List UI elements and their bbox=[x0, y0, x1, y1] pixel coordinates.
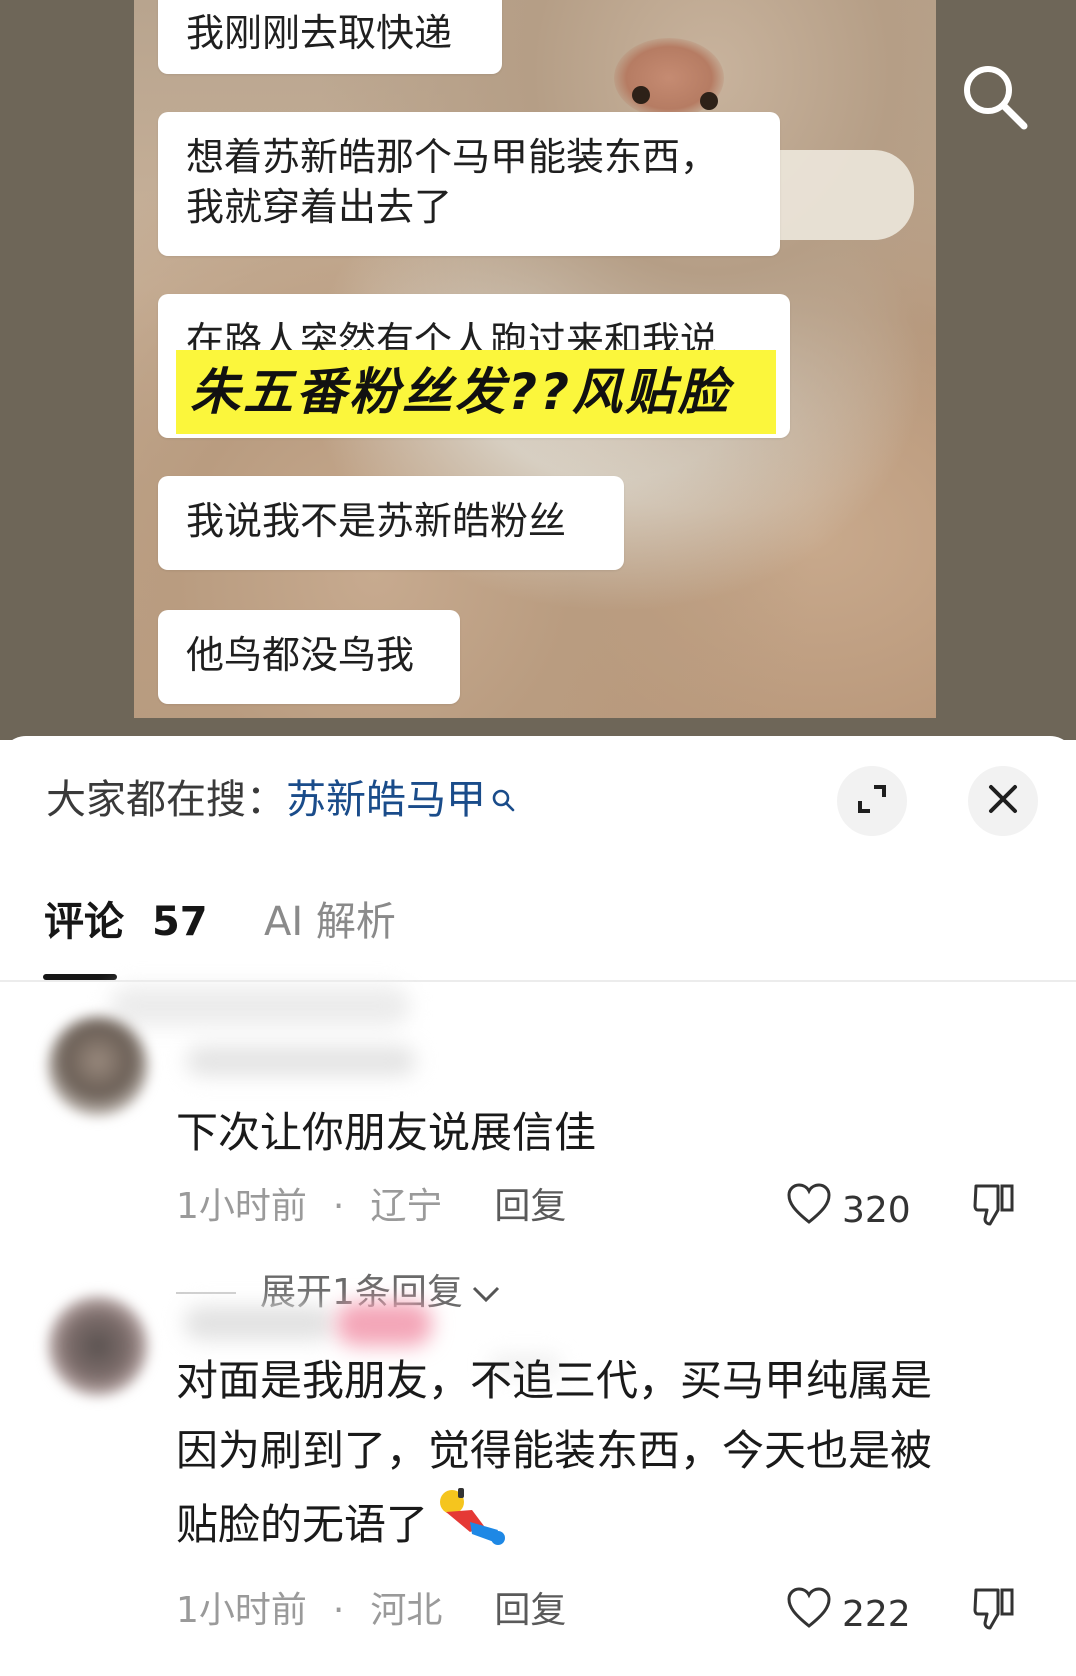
expand-icon bbox=[852, 779, 892, 823]
trending-search[interactable]: 大家都在搜：苏新皓马甲 bbox=[46, 774, 516, 826]
chat-bubble-text: 我刚刚去取快递 bbox=[186, 11, 453, 55]
thumbs-down-icon bbox=[972, 1588, 1016, 1636]
chevron-down-icon bbox=[471, 1268, 501, 1318]
comment-text-line: 对面是我朋友，不追三代，买马甲纯属是 bbox=[176, 1356, 933, 1405]
username-blurred[interactable] bbox=[186, 1046, 416, 1076]
comment-text-line-with-emoji: 贴脸的无语了 bbox=[176, 1486, 506, 1569]
like-button[interactable]: 222 bbox=[786, 1586, 911, 1644]
search-icon bbox=[490, 774, 516, 826]
comment-count: 57 bbox=[151, 899, 208, 945]
caption-banner: 朱五番粉丝发??风贴脸 bbox=[176, 350, 776, 434]
comment-meta: 1小时前 · 河北 回复 bbox=[176, 1590, 567, 1631]
tab-comments[interactable]: 评论 57 bbox=[44, 896, 208, 948]
fullscreen-button[interactable] bbox=[837, 766, 907, 836]
chat-bubble: 我刚刚去取快递 bbox=[158, 0, 502, 74]
chat-bubble: 我说我不是苏新皓粉丝 bbox=[158, 476, 624, 570]
reply-button[interactable]: 回复 bbox=[494, 1186, 566, 1227]
comment-sheet: 大家都在搜：苏新皓马甲 评论 57 AI 解析 下次让你朋友说展信佳 1小时前 · bbox=[0, 736, 1076, 1676]
user-badge-blurred bbox=[336, 1302, 432, 1346]
dislike-button[interactable] bbox=[972, 1586, 1016, 1636]
comment-time: 1小时前 bbox=[176, 1590, 307, 1631]
comment-region: 辽宁 bbox=[370, 1186, 443, 1227]
video-player[interactable]: 我刚刚去取快递 想着苏新皓那个马甲能装东西， 我就穿着出去了 在路人突然有个人跑… bbox=[0, 0, 1076, 740]
close-icon bbox=[986, 782, 1020, 820]
like-count: 320 bbox=[842, 1190, 911, 1231]
chat-bubble-text: 我说我不是苏新皓粉丝 bbox=[186, 499, 567, 543]
comment-text: 下次让你朋友说展信佳 bbox=[176, 1108, 597, 1157]
reply-button[interactable]: 回复 bbox=[494, 1590, 566, 1631]
trending-label: 大家都在搜： bbox=[46, 777, 286, 823]
chat-bubble-text: 想着苏新皓那个马甲能装东西， bbox=[186, 135, 719, 179]
like-button[interactable]: 320 bbox=[786, 1182, 911, 1240]
close-button[interactable] bbox=[968, 766, 1038, 836]
heart-icon bbox=[786, 1182, 842, 1240]
dislike-button[interactable] bbox=[972, 1182, 1016, 1232]
divider bbox=[0, 980, 1076, 982]
thumbs-down-icon bbox=[972, 1184, 1016, 1232]
heart-icon bbox=[786, 1586, 842, 1644]
avatar[interactable] bbox=[48, 1016, 148, 1116]
search-icon[interactable] bbox=[960, 62, 1030, 132]
comment-text-line: 贴脸的无语了 bbox=[176, 1500, 429, 1549]
username-blurred[interactable] bbox=[184, 1306, 334, 1340]
trending-term-link[interactable]: 苏新皓马甲 bbox=[286, 777, 486, 823]
comment-text-line: 因为刷到了，觉得能装东西，今天也是被 bbox=[176, 1426, 933, 1475]
divider bbox=[176, 1292, 236, 1294]
comment-region: 河北 bbox=[370, 1590, 443, 1631]
falling-down-emoji-icon bbox=[432, 1486, 506, 1569]
tab-ai-analysis[interactable]: AI 解析 bbox=[264, 896, 396, 948]
chat-bubble-text: 我就穿着出去了 bbox=[186, 185, 453, 229]
chat-bubble-text: 他鸟都没鸟我 bbox=[186, 633, 415, 677]
comment-meta: 1小时前 · 辽宁 回复 bbox=[176, 1186, 567, 1227]
plush-toy-eye-right bbox=[700, 92, 718, 110]
plush-toy-eye-left bbox=[632, 86, 650, 104]
avatar[interactable] bbox=[48, 1296, 148, 1396]
like-count: 222 bbox=[842, 1594, 911, 1635]
tab-comments-label: 评论 bbox=[44, 899, 124, 945]
chat-bubble: 想着苏新皓那个马甲能装东西， 我就穿着出去了 bbox=[158, 112, 780, 256]
chat-bubble: 他鸟都没鸟我 bbox=[158, 610, 460, 704]
blurred-region bbox=[110, 986, 410, 1026]
comment-time: 1小时前 bbox=[176, 1186, 307, 1227]
